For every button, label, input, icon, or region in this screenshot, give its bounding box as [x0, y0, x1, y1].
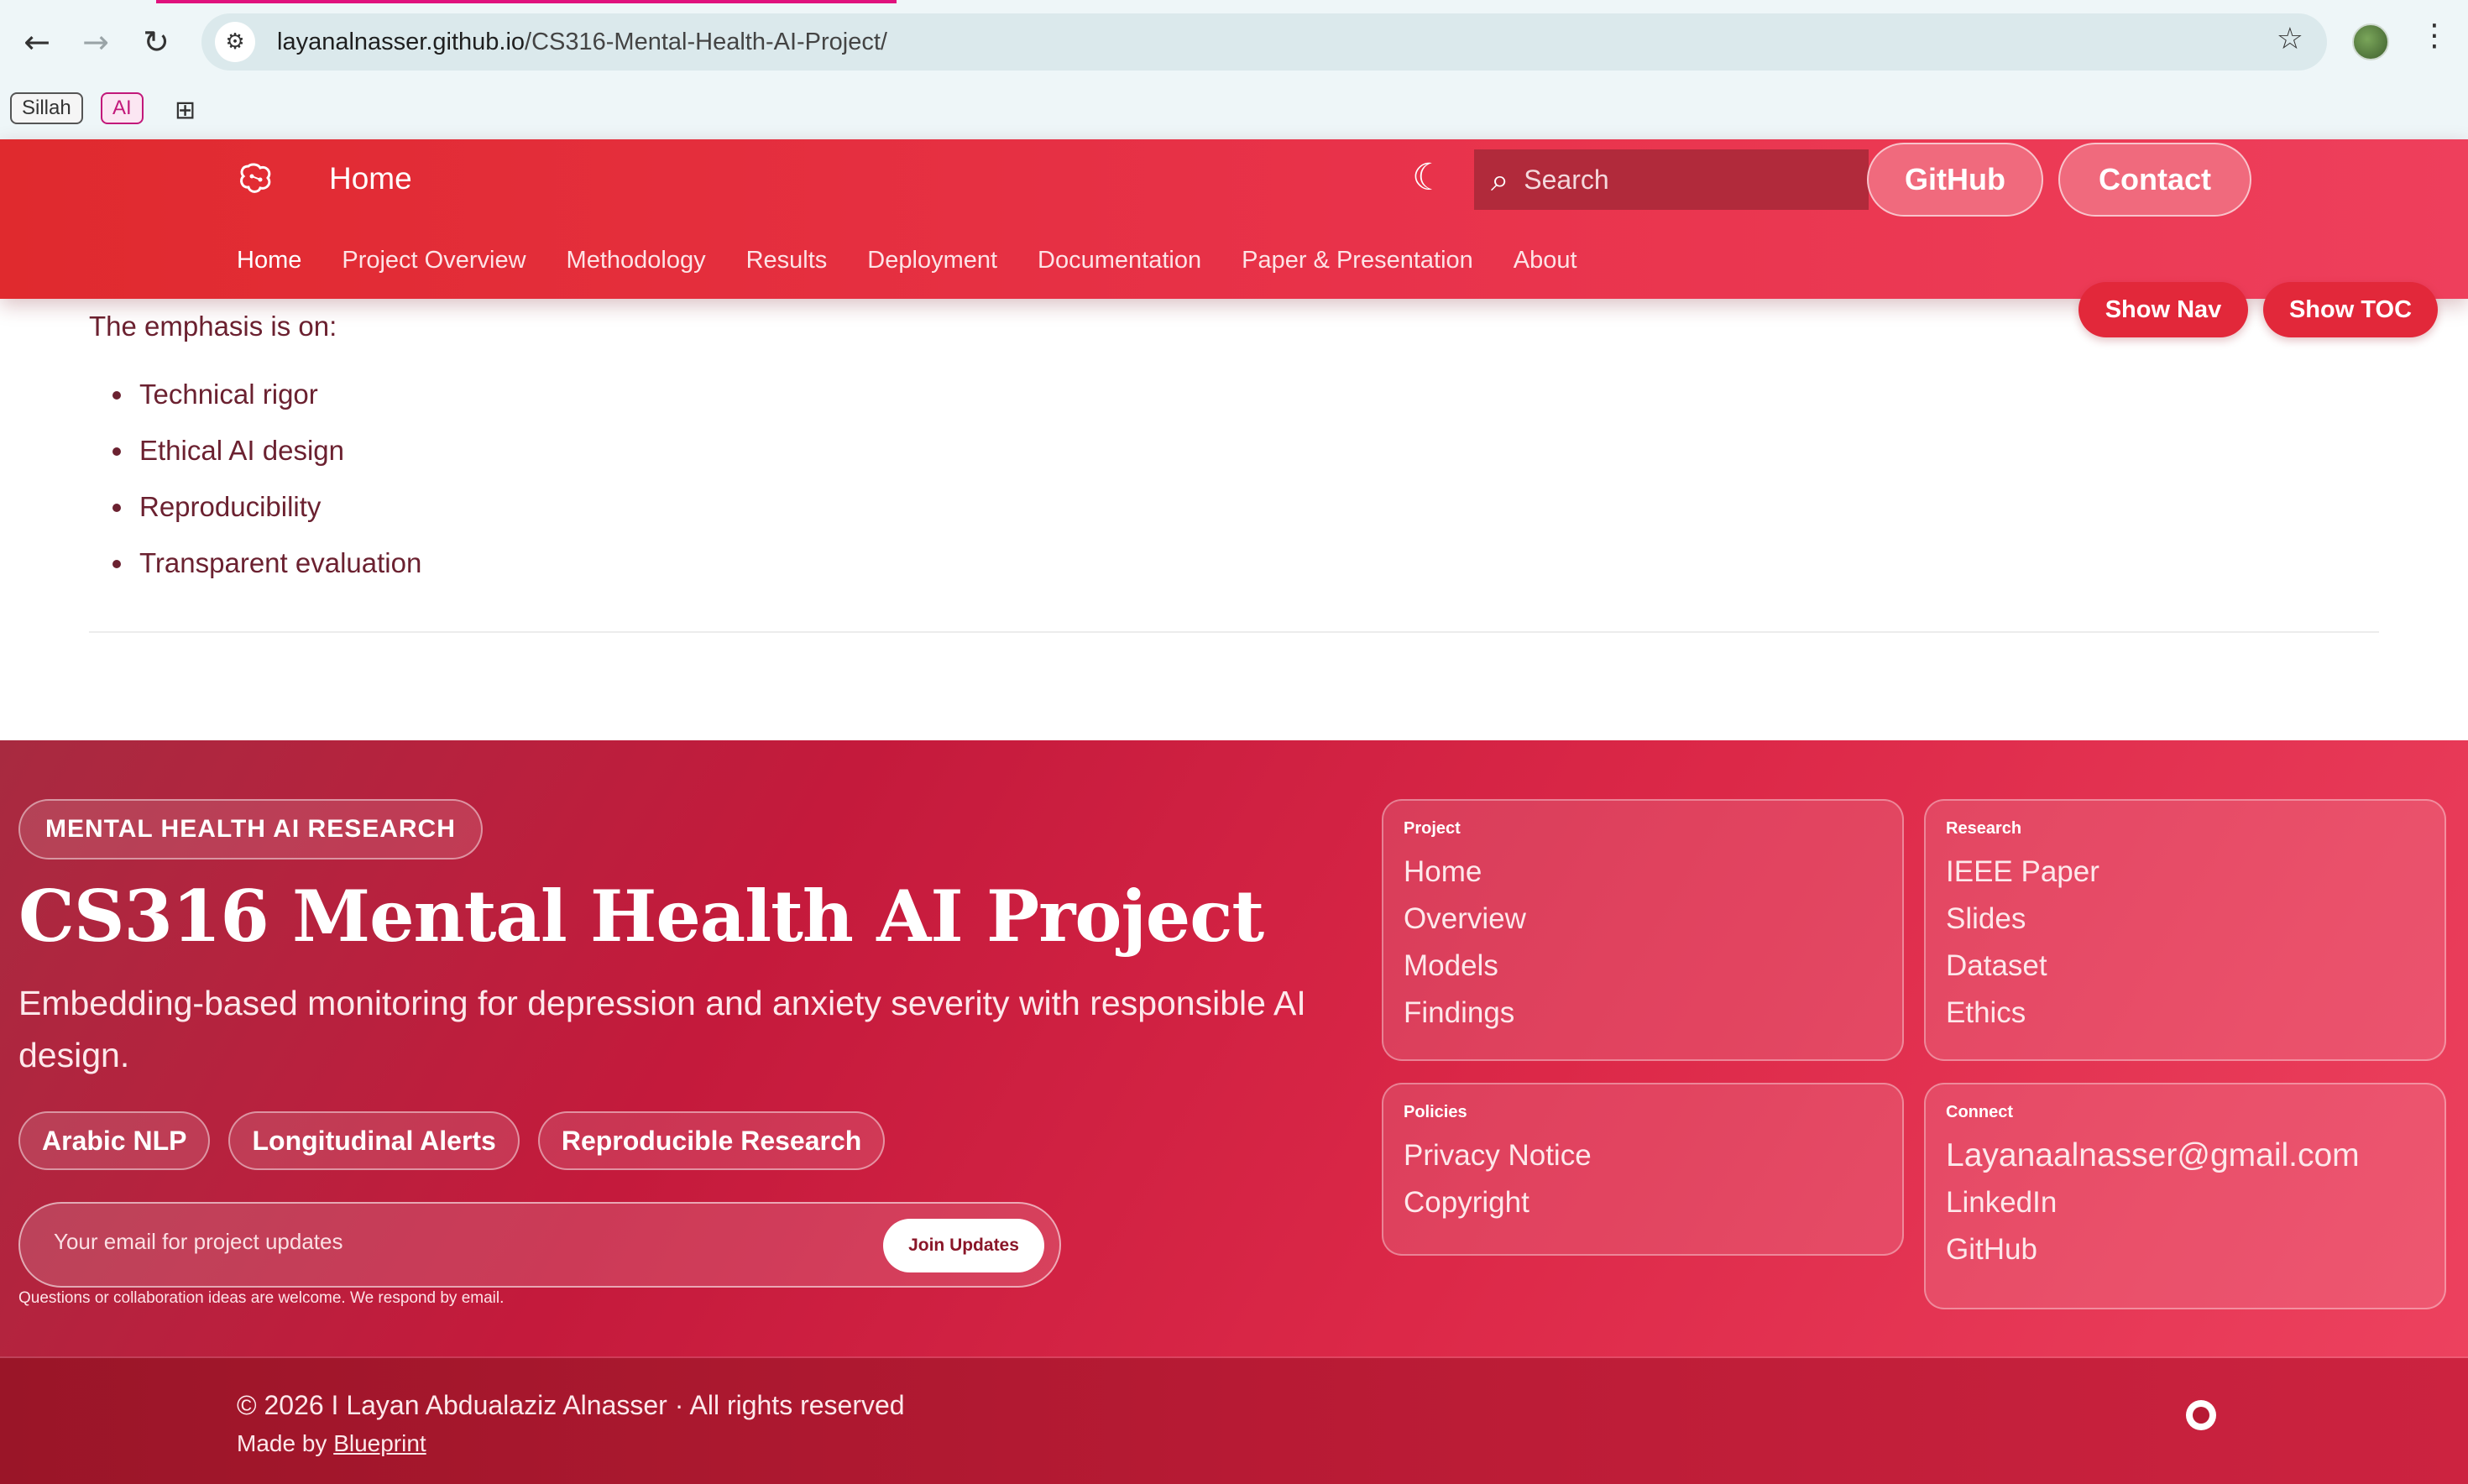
- nav-paper-presentation[interactable]: Paper & Presentation: [1242, 247, 1473, 274]
- footer-title: CS316 Mental Health AI Project: [18, 875, 1264, 958]
- footer-bottom-bar: © 2026 I Layan Abdualaziz Alnasser · All…: [0, 1358, 2468, 1484]
- footer-link-email[interactable]: Layanaalnasser@gmail.com: [1946, 1132, 2424, 1179]
- footer-link-models[interactable]: Models: [1404, 943, 1882, 990]
- footer-link-slides[interactable]: Slides: [1946, 896, 2424, 943]
- bookmark-ai[interactable]: AI: [101, 92, 144, 124]
- nav-home[interactable]: Home: [237, 247, 301, 274]
- footer-link-github[interactable]: GitHub: [1946, 1226, 2424, 1273]
- subscribe-form: Join Updates: [18, 1202, 1061, 1288]
- profile-avatar[interactable]: [2352, 24, 2389, 60]
- brain-logo-svg: [240, 163, 271, 193]
- copyright-text: © 2026 I Layan Abdualaziz Alnasser · All…: [237, 1390, 905, 1420]
- list-item: Reproducibility: [112, 490, 421, 546]
- footer-link-overview[interactable]: Overview: [1404, 896, 1882, 943]
- join-updates-button[interactable]: Join Updates: [883, 1219, 1044, 1272]
- github-icon[interactable]: [2186, 1400, 2216, 1430]
- site-footer: MENTAL HEALTH AI RESEARCH CS316 Mental H…: [0, 740, 2468, 1484]
- back-arrow-icon[interactable]: ←: [13, 18, 60, 65]
- nav-methodology[interactable]: Methodology: [567, 247, 706, 274]
- footer-link-ieee-paper[interactable]: IEEE Paper: [1946, 849, 2424, 896]
- dark-mode-toggle-icon[interactable]: ☾: [1412, 156, 1445, 199]
- star-icon[interactable]: ☆: [2277, 22, 2303, 56]
- footer-card-connect: Connect Layanaalnasser@gmail.com LinkedI…: [1924, 1083, 2446, 1309]
- card-title: Policies: [1404, 1103, 1467, 1121]
- show-nav-button[interactable]: Show Nav: [2078, 282, 2248, 337]
- footer-link-privacy-notice[interactable]: Privacy Notice: [1404, 1132, 1882, 1179]
- search-input[interactable]: [1524, 164, 1827, 196]
- list-item: Transparent evaluation: [112, 546, 421, 603]
- nav-results[interactable]: Results: [746, 247, 828, 274]
- footer-link-linkedin[interactable]: LinkedIn: [1946, 1179, 2424, 1226]
- kebab-menu-icon[interactable]: ⋮: [2419, 18, 2450, 53]
- blueprint-link[interactable]: Blueprint: [333, 1430, 426, 1456]
- topic-chips: Arabic NLP Longitudinal Alerts Reproduci…: [18, 1111, 886, 1170]
- chip-reproducible-research[interactable]: Reproducible Research: [537, 1111, 886, 1170]
- brain-logo-icon[interactable]: [237, 159, 275, 198]
- reload-icon[interactable]: ↻: [133, 18, 180, 65]
- content-divider: [89, 631, 2379, 633]
- chip-arabic-nlp[interactable]: Arabic NLP: [18, 1111, 211, 1170]
- nav-deployment[interactable]: Deployment: [867, 247, 997, 274]
- chip-longitudinal-alerts[interactable]: Longitudinal Alerts: [228, 1111, 520, 1170]
- footer-tagline-badge: MENTAL HEALTH AI RESEARCH: [18, 799, 483, 860]
- footer-link-findings[interactable]: Findings: [1404, 990, 1882, 1037]
- site-header: Home ☾ ⌕ GitHub Contact Home Project Ove…: [0, 139, 2468, 299]
- footer-link-copyright[interactable]: Copyright: [1404, 1179, 1882, 1226]
- search-box[interactable]: ⌕: [1474, 149, 1869, 210]
- card-title: Connect: [1946, 1103, 2013, 1121]
- footer-link-dataset[interactable]: Dataset: [1946, 943, 2424, 990]
- footer-card-research: Research IEEE Paper Slides Dataset Ethic…: [1924, 799, 2446, 1061]
- nav-about[interactable]: About: [1514, 247, 1577, 274]
- card-title: Project: [1404, 819, 1461, 838]
- show-toc-button[interactable]: Show TOC: [2263, 282, 2438, 337]
- footer-description: Embedding-based monitoring for depressio…: [18, 984, 1306, 1074]
- nav-documentation[interactable]: Documentation: [1038, 247, 1201, 274]
- email-field[interactable]: [54, 1229, 809, 1255]
- github-button[interactable]: GitHub: [1867, 143, 2043, 217]
- made-by-prefix: Made by: [237, 1430, 327, 1456]
- url-text[interactable]: layanalnasser.github.io/CS316-Mental-Hea…: [277, 29, 887, 56]
- emphasis-list: Technical rigor Ethical AI design Reprod…: [112, 378, 421, 603]
- footer-link-ethics[interactable]: Ethics: [1946, 990, 2424, 1037]
- list-item: Technical rigor: [112, 378, 421, 434]
- subscribe-note: Questions or collaboration ideas are wel…: [18, 1289, 505, 1307]
- header-home-title[interactable]: Home: [329, 161, 412, 196]
- list-item: Ethical AI design: [112, 434, 421, 490]
- bookmark-sillah[interactable]: Sillah: [10, 92, 83, 124]
- nav-project-overview[interactable]: Project Overview: [342, 247, 525, 274]
- primary-nav: Home Project Overview Methodology Result…: [237, 247, 1577, 274]
- search-icon: ⌕: [1491, 160, 1509, 198]
- forward-arrow-icon[interactable]: →: [72, 18, 119, 65]
- emphasis-intro: The emphasis is on:: [89, 311, 337, 342]
- made-by-text: Made by Blueprint: [237, 1430, 426, 1457]
- address-bar[interactable]: ⚙ layanalnasser.github.io/CS316-Mental-H…: [201, 13, 2327, 71]
- footer-link-home[interactable]: Home: [1404, 849, 1882, 896]
- apps-grid-icon[interactable]: ⊞: [165, 94, 206, 126]
- page-load-progress: [0, 0, 2468, 3]
- contact-button[interactable]: Contact: [2058, 143, 2251, 217]
- card-title: Research: [1946, 819, 2022, 838]
- footer-card-policies: Policies Privacy Notice Copyright: [1382, 1083, 1904, 1256]
- footer-card-project: Project Home Overview Models Findings: [1382, 799, 1904, 1061]
- browser-chrome: ← → ↻ ⚙ layanalnasser.github.io/CS316-Me…: [0, 0, 2468, 139]
- site-info-icon[interactable]: ⚙: [215, 22, 255, 62]
